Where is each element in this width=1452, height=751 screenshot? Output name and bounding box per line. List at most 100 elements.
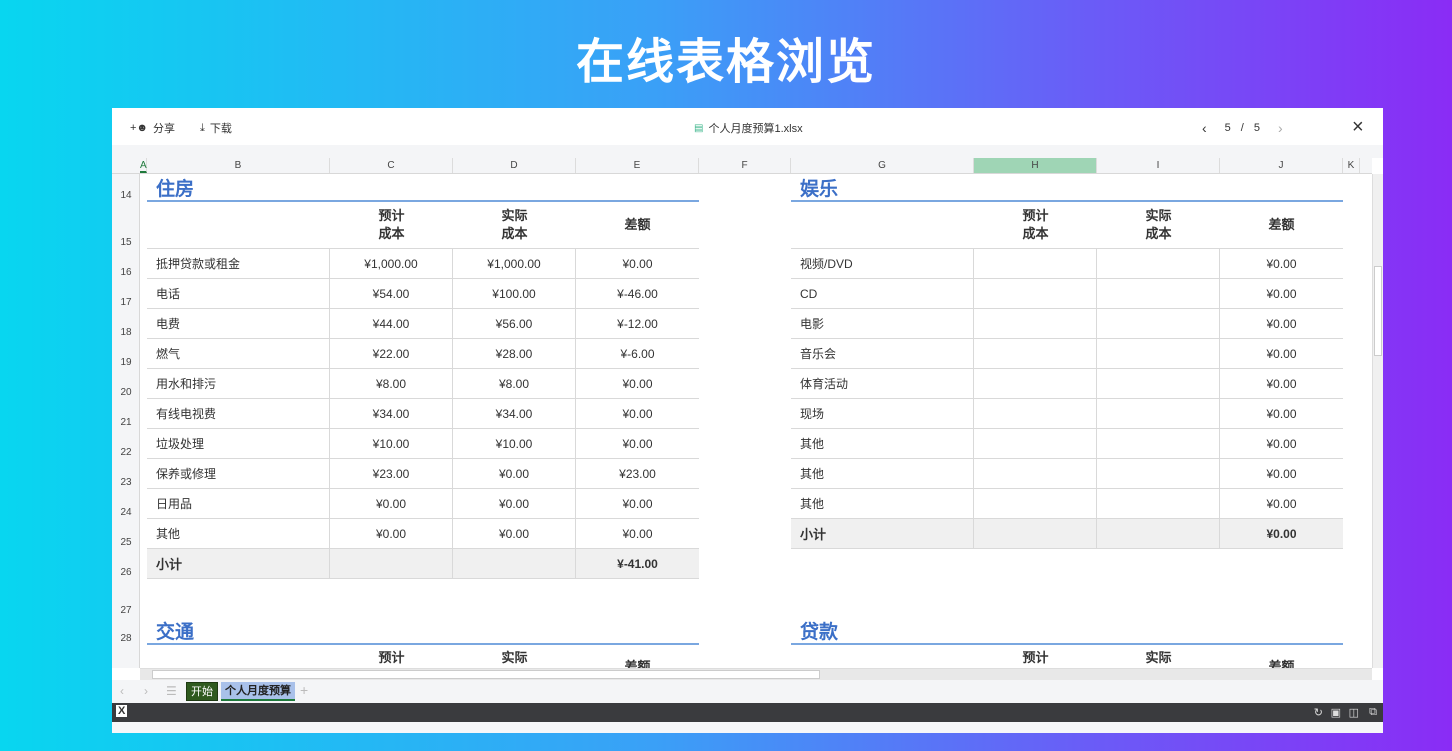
amount-cell[interactable] — [1097, 399, 1220, 429]
column-header-A[interactable]: A — [140, 158, 147, 173]
amount-cell[interactable] — [974, 369, 1097, 399]
item-label[interactable]: 燃气 — [147, 339, 330, 369]
amount-cell[interactable]: ¥0.00 — [576, 399, 699, 429]
amount-cell[interactable]: ¥8.00 — [453, 369, 576, 399]
column-heading[interactable]: 预计 — [330, 645, 453, 667]
amount-cell[interactable]: ¥0.00 — [1220, 339, 1343, 369]
header-blank[interactable] — [147, 202, 330, 249]
header-blank[interactable] — [791, 202, 974, 249]
amount-cell[interactable]: ¥100.00 — [453, 279, 576, 309]
column-header-G[interactable]: G — [791, 158, 974, 173]
amount-cell[interactable] — [974, 459, 1097, 489]
column-header-H[interactable]: H — [974, 158, 1097, 173]
amount-cell[interactable] — [1097, 429, 1220, 459]
amount-cell[interactable]: ¥34.00 — [330, 399, 453, 429]
column-heading[interactable]: 实际 — [453, 645, 576, 667]
column-heading[interactable]: 预计 — [974, 645, 1097, 667]
share-button[interactable]: +☻ 分享 — [130, 120, 175, 136]
amount-cell[interactable]: ¥-6.00 — [576, 339, 699, 369]
add-sheet-icon[interactable]: + — [300, 682, 308, 698]
row-header-23[interactable]: 23 — [112, 459, 140, 489]
item-label[interactable]: 保养或修理 — [147, 459, 330, 489]
row-header-20[interactable]: 20 — [112, 369, 140, 399]
amount-cell[interactable]: ¥0.00 — [1220, 489, 1343, 519]
amount-cell[interactable]: ¥0.00 — [576, 519, 699, 549]
column-heading[interactable]: 差额 — [1220, 645, 1343, 669]
item-label[interactable]: 垃圾处理 — [147, 429, 330, 459]
item-label[interactable]: 电话 — [147, 279, 330, 309]
amount-cell[interactable] — [1097, 489, 1220, 519]
amount-cell[interactable]: ¥0.00 — [453, 459, 576, 489]
amount-cell[interactable] — [1097, 279, 1220, 309]
item-label[interactable]: 现场 — [791, 399, 974, 429]
row-header-19[interactable]: 19 — [112, 339, 140, 369]
item-label[interactable]: 日用品 — [147, 489, 330, 519]
amount-cell[interactable]: ¥-46.00 — [576, 279, 699, 309]
amount-cell[interactable] — [974, 279, 1097, 309]
amount-cell[interactable] — [974, 309, 1097, 339]
sheet-list-icon[interactable]: ☰ — [166, 684, 177, 698]
item-label[interactable]: 电影 — [791, 309, 974, 339]
item-label[interactable]: 音乐会 — [791, 339, 974, 369]
amount-cell[interactable]: ¥23.00 — [330, 459, 453, 489]
row-header-28[interactable]: 28 — [112, 617, 140, 645]
amount-cell[interactable] — [1097, 369, 1220, 399]
amount-cell[interactable]: ¥23.00 — [576, 459, 699, 489]
amount-cell[interactable]: ¥0.00 — [330, 519, 453, 549]
amount-cell[interactable] — [974, 489, 1097, 519]
subtotal-cell[interactable] — [453, 549, 576, 579]
prev-sheet-icon[interactable]: ‹ — [120, 684, 124, 698]
amount-cell[interactable]: ¥54.00 — [330, 279, 453, 309]
amount-cell[interactable] — [974, 399, 1097, 429]
column-header-I[interactable]: I — [1097, 158, 1220, 173]
column-heading[interactable]: 实际 — [1097, 645, 1220, 667]
row-header-16[interactable]: 16 — [112, 249, 140, 279]
sheet-tab-budget[interactable]: 个人月度预算 — [221, 682, 295, 701]
amount-cell[interactable]: ¥0.00 — [576, 429, 699, 459]
column-header-F[interactable]: F — [699, 158, 791, 173]
amount-cell[interactable] — [974, 339, 1097, 369]
section-title[interactable]: 住房 — [147, 174, 699, 202]
amount-cell[interactable]: ¥0.00 — [1220, 399, 1343, 429]
column-header-E[interactable]: E — [576, 158, 699, 173]
column-heading[interactable]: 差额 — [1220, 202, 1343, 249]
amount-cell[interactable]: ¥0.00 — [1220, 369, 1343, 399]
close-icon[interactable]: × — [1352, 116, 1364, 139]
row-header-18[interactable]: 18 — [112, 309, 140, 339]
item-label[interactable]: 视频/DVD — [791, 249, 974, 279]
column-heading[interactable]: 差额 — [576, 202, 699, 249]
sheet-grid[interactable]: 住房 预计 成本 实际 成本 差额 抵押贷款或租金 ¥1,000.00 ¥1,000.00 ¥… — [140, 174, 1372, 668]
column-heading[interactable]: 实际 成本 — [1097, 202, 1220, 249]
column-heading[interactable]: 预计 成本 — [330, 202, 453, 249]
item-label[interactable]: 抵押贷款或租金 — [147, 249, 330, 279]
subtotal-label[interactable]: 小计 — [147, 549, 330, 579]
vertical-scrollbar[interactable] — [1372, 174, 1383, 668]
amount-cell[interactable]: ¥0.00 — [453, 489, 576, 519]
amount-cell[interactable]: ¥44.00 — [330, 309, 453, 339]
amount-cell[interactable]: ¥0.00 — [1220, 279, 1343, 309]
column-heading[interactable]: 差额 — [576, 645, 699, 669]
item-label[interactable]: 其他 — [791, 429, 974, 459]
item-label[interactable]: 体育活动 — [791, 369, 974, 399]
save-icon[interactable]: ▣ — [1331, 706, 1341, 719]
amount-cell[interactable]: ¥0.00 — [1220, 249, 1343, 279]
item-label[interactable]: 用水和排污 — [147, 369, 330, 399]
amount-cell[interactable]: ¥0.00 — [576, 369, 699, 399]
column-header-B[interactable]: B — [147, 158, 330, 173]
sheet-tab-start[interactable]: 开始 — [186, 682, 218, 701]
amount-cell[interactable]: ¥0.00 — [1220, 309, 1343, 339]
column-header-J[interactable]: J — [1220, 158, 1343, 173]
amount-cell[interactable]: ¥34.00 — [453, 399, 576, 429]
subtotal-label[interactable]: 小计 — [791, 519, 974, 549]
item-label[interactable]: 电费 — [147, 309, 330, 339]
amount-cell[interactable]: ¥-12.00 — [576, 309, 699, 339]
item-label[interactable]: 其他 — [147, 519, 330, 549]
item-label[interactable]: 有线电视费 — [147, 399, 330, 429]
layout-icon[interactable]: ◫ — [1349, 706, 1359, 719]
subtotal-cell[interactable] — [330, 549, 453, 579]
amount-cell[interactable] — [1097, 309, 1220, 339]
amount-cell[interactable]: ¥0.00 — [1220, 459, 1343, 489]
amount-cell[interactable] — [1097, 339, 1220, 369]
amount-cell[interactable] — [1097, 459, 1220, 489]
amount-cell[interactable]: ¥10.00 — [453, 429, 576, 459]
